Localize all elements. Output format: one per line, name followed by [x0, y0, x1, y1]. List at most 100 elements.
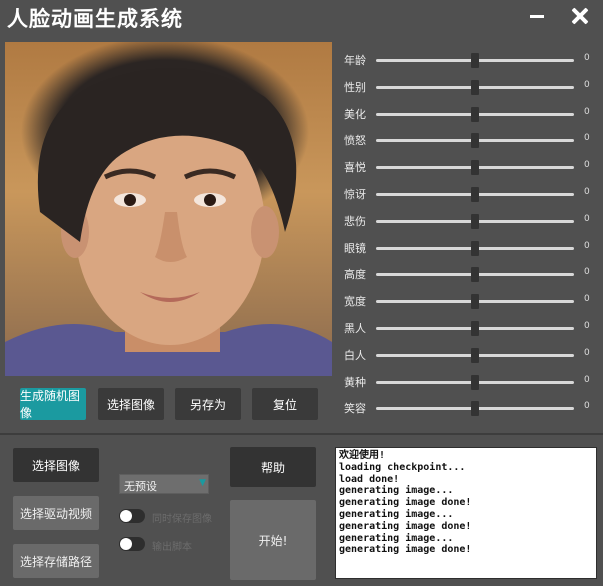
select-driving-video-button[interactable]: 选择驱动视频	[13, 496, 99, 530]
console-line: generating image done!	[339, 544, 472, 556]
select-image-button[interactable]: 选择图像	[98, 388, 164, 420]
slider-value: 0	[584, 401, 590, 412]
slider-handle[interactable]	[471, 294, 479, 310]
output-script-toggle[interactable]	[119, 537, 145, 551]
slider-track[interactable]	[376, 267, 574, 283]
output-script-toggle-label: 输出脚本	[152, 542, 192, 553]
slider-value: 0	[584, 133, 590, 144]
slider-value: 0	[584, 267, 590, 278]
slider-row: 高度 0	[344, 264, 596, 284]
title-bar: 人脸动画生成系统	[0, 0, 603, 36]
slider-value: 0	[584, 347, 590, 358]
slider-track[interactable]	[376, 213, 574, 229]
slider-handle[interactable]	[471, 213, 479, 229]
slider-handle[interactable]	[471, 321, 479, 336]
slider-track[interactable]	[376, 347, 574, 363]
slider-label: 眼镜	[344, 241, 366, 255]
slider-handle[interactable]	[471, 160, 479, 176]
bottom-select-image-button[interactable]: 选择图像	[13, 448, 99, 482]
slider-label: 笑容	[344, 402, 366, 416]
slider-row: 白人 0	[344, 345, 596, 365]
start-button[interactable]: 开始!	[230, 500, 316, 580]
slider-label: 年龄	[344, 54, 366, 67]
slider-handle[interactable]	[471, 347, 479, 363]
slider-row: 性别 0	[344, 77, 596, 97]
help-button[interactable]: 帮助	[230, 447, 316, 487]
slider-value: 0	[584, 321, 590, 331]
slider-handle[interactable]	[471, 187, 479, 202]
slider-handle[interactable]	[471, 106, 479, 122]
console-line: load done!	[339, 473, 400, 485]
slider-value: 0	[584, 160, 590, 171]
save-image-toggle-label: 同时保存图像	[152, 514, 212, 525]
section-divider	[0, 433, 603, 435]
slider-label: 黑人	[344, 322, 366, 335]
slider-row: 年龄 0	[344, 50, 596, 70]
slider-row: 宽度 0	[344, 291, 596, 311]
console-line: 欢迎使用!	[339, 450, 386, 461]
slider-track[interactable]	[376, 133, 574, 149]
log-console: 欢迎使用! loading checkpoint... load done! gene…	[335, 447, 597, 579]
slider-handle[interactable]	[471, 267, 479, 283]
slider-value: 0	[584, 53, 590, 63]
slider-value: 0	[584, 106, 590, 117]
slider-handle[interactable]	[471, 401, 479, 417]
slider-track[interactable]	[376, 374, 574, 390]
console-line: generating image...	[339, 532, 454, 544]
slider-value: 0	[584, 213, 590, 224]
save-as-button[interactable]: 另存为	[175, 388, 241, 420]
slider-track[interactable]	[376, 294, 574, 310]
slider-label: 悲伤	[344, 214, 366, 228]
slider-track[interactable]	[376, 401, 574, 417]
slider-label: 愤怒	[344, 134, 366, 148]
slider-label: 高度	[344, 268, 366, 282]
slider-row: 笑容 0	[344, 398, 596, 418]
save-image-toggle[interactable]	[119, 509, 145, 523]
console-line: generating image done!	[339, 520, 472, 532]
app-title: 人脸动画生成系统	[7, 7, 183, 31]
slider-handle[interactable]	[471, 374, 479, 390]
slider-label: 美化	[344, 107, 366, 121]
slider-value: 0	[584, 79, 590, 90]
slider-row: 黄种 0	[344, 372, 596, 392]
random-image-button[interactable]: 生成随机图像	[20, 388, 86, 420]
console-line: loading checkpoint...	[339, 461, 466, 473]
slider-label: 宽度	[344, 295, 366, 309]
slider-row: 惊讶 0	[344, 184, 596, 204]
slider-label: 白人	[344, 348, 366, 362]
slider-value: 0	[584, 240, 590, 251]
slider-row: 喜悦 0	[344, 157, 596, 177]
console-line: generating image...	[339, 508, 454, 520]
minimize-icon[interactable]	[528, 4, 552, 28]
slider-track[interactable]	[376, 79, 574, 95]
slider-value: 0	[584, 187, 590, 197]
chevron-down-icon: ▼	[199, 478, 206, 488]
slider-track[interactable]	[376, 187, 574, 202]
slider-handle[interactable]	[471, 240, 479, 256]
preset-select[interactable]: 无预设 ▼	[119, 474, 209, 494]
select-save-path-button[interactable]: 选择存储路径	[13, 544, 99, 578]
slider-label: 性别	[344, 80, 366, 94]
slider-label: 喜悦	[344, 161, 366, 175]
slider-track[interactable]	[376, 106, 574, 122]
close-icon[interactable]	[569, 4, 593, 28]
console-line: generating image done!	[339, 497, 472, 509]
slider-value: 0	[584, 294, 590, 305]
slider-track[interactable]	[376, 53, 574, 68]
slider-label: 黄种	[344, 375, 366, 389]
slider-track[interactable]	[376, 321, 574, 336]
console-line: generating image...	[339, 485, 454, 497]
slider-handle[interactable]	[471, 133, 479, 149]
slider-handle[interactable]	[471, 79, 479, 95]
reset-button[interactable]: 复位	[252, 388, 318, 420]
slider-track[interactable]	[376, 160, 574, 176]
slider-row: 黑人 0	[344, 318, 596, 338]
slider-row: 眼镜 0	[344, 238, 596, 258]
preset-select-value: 无预设	[124, 480, 157, 493]
slider-row: 愤怒 0	[344, 130, 596, 150]
face-preview-image	[5, 42, 332, 376]
slider-track[interactable]	[376, 240, 574, 256]
slider-row: 美化 0	[344, 104, 596, 124]
slider-handle[interactable]	[471, 53, 479, 68]
slider-row: 悲伤 0	[344, 211, 596, 231]
